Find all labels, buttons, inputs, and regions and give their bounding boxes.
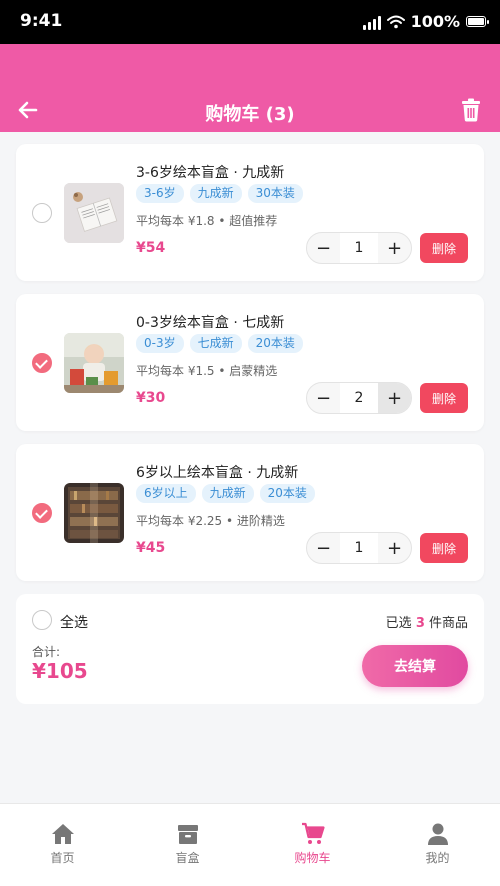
selected-count: 已选 3 件商品 xyxy=(386,612,468,631)
age-tag: 3-6岁 xyxy=(136,184,184,203)
tab-bar: 首页 盲盒 购物车 我的 xyxy=(0,803,500,886)
quantity-stepper: − 1 + xyxy=(306,232,412,264)
item-tags: 0-3岁 七成新 20本装 xyxy=(136,334,303,353)
age-tag: 6岁以上 xyxy=(136,484,196,503)
tab-label: 购物车 xyxy=(294,851,331,865)
item-title: 6岁以上绘本盲盒 · 九成新 xyxy=(136,465,299,481)
cart-item: 3-6岁绘本盲盒 · 九成新 3-6岁 九成新 30本装 平均每本 ¥1.8 •… xyxy=(16,144,484,281)
cart-item: 6岁以上绘本盲盒 · 九成新 6岁以上 九成新 20本装 平均每本 ¥2.25 … xyxy=(16,444,484,581)
cart-item: 0-3岁绘本盲盒 · 七成新 0-3岁 七成新 20本装 平均每本 ¥1.5 •… xyxy=(16,294,484,431)
item-subtitle: 平均每本 ¥2.25 • 进阶精选 xyxy=(136,514,285,528)
delete-button[interactable]: 删除 xyxy=(420,383,468,413)
decrease-button[interactable]: − xyxy=(307,233,340,263)
decrease-button[interactable]: − xyxy=(307,533,340,563)
item-subtitle: 平均每本 ¥1.5 • 启蒙精选 xyxy=(136,364,278,378)
condition-tag: 七成新 xyxy=(189,334,242,353)
wifi-icon xyxy=(386,15,405,28)
item-price: ¥30 xyxy=(136,390,166,406)
signal-icon xyxy=(362,14,381,30)
status-bar: 9:41 100% xyxy=(0,0,500,44)
battery-icon xyxy=(466,16,489,27)
header: 购物车 (3) xyxy=(0,44,500,132)
status-indicators: 100% xyxy=(362,12,489,31)
status-time: 9:41 xyxy=(20,11,63,31)
tab-blind-box[interactable]: 盲盒 xyxy=(125,804,250,886)
quantity-value: 1 xyxy=(340,233,378,263)
selected-count-number: 3 xyxy=(415,616,425,631)
item-subtitle: 平均每本 ¥1.8 • 超值推荐 xyxy=(136,214,278,228)
quantity-stepper: − 1 + xyxy=(306,532,412,564)
quantity-stepper: − 2 + xyxy=(306,382,412,414)
product-image xyxy=(64,333,124,393)
count-tag: 20本装 xyxy=(247,334,303,353)
tab-label: 盲盒 xyxy=(175,851,200,865)
item-tags: 6岁以上 九成新 20本装 xyxy=(136,484,315,503)
item-price: ¥45 xyxy=(136,540,166,556)
increase-button[interactable]: + xyxy=(378,533,411,563)
tab-home[interactable]: 首页 xyxy=(0,804,125,886)
product-image xyxy=(64,483,124,543)
trash-icon[interactable] xyxy=(460,98,482,122)
checkout-button[interactable]: 去结算 xyxy=(362,645,468,687)
tab-label: 首页 xyxy=(50,851,75,865)
selected-prefix: 已选 xyxy=(385,616,416,631)
cart-icon xyxy=(301,822,325,844)
box-icon xyxy=(177,825,198,844)
total-value: ¥105 xyxy=(32,659,88,683)
tab-cart[interactable]: 购物车 xyxy=(250,804,375,886)
item-title: 0-3岁绘本盲盒 · 七成新 xyxy=(136,315,285,331)
item-checkbox[interactable] xyxy=(32,353,52,373)
quantity-value: 1 xyxy=(340,533,378,563)
count-tag: 20本装 xyxy=(259,484,315,503)
select-all-label[interactable]: 全选 xyxy=(60,612,88,632)
increase-button[interactable]: + xyxy=(378,233,411,263)
item-tags: 3-6岁 九成新 30本装 xyxy=(136,184,303,203)
delete-button[interactable]: 删除 xyxy=(420,533,468,563)
product-image xyxy=(64,183,124,243)
age-tag: 0-3岁 xyxy=(136,334,184,353)
item-checkbox[interactable] xyxy=(32,203,52,223)
page-title: 购物车 (3) xyxy=(205,104,295,125)
tab-label: 我的 xyxy=(425,851,450,865)
user-icon xyxy=(427,823,448,845)
count-tag: 30本装 xyxy=(247,184,303,203)
increase-button[interactable]: + xyxy=(378,383,411,413)
selected-suffix: 件商品 xyxy=(424,616,468,631)
battery-percent: 100% xyxy=(410,12,460,31)
quantity-value: 2 xyxy=(340,383,378,413)
order-summary: 全选 已选 3 件商品 合计: ¥105 去结算 xyxy=(16,594,484,704)
select-all-checkbox[interactable] xyxy=(32,610,52,630)
condition-tag: 九成新 xyxy=(201,484,254,503)
delete-button[interactable]: 删除 xyxy=(420,233,468,263)
item-price: ¥54 xyxy=(136,240,166,256)
item-checkbox[interactable] xyxy=(32,503,52,523)
home-icon xyxy=(51,824,74,844)
tab-profile[interactable]: 我的 xyxy=(375,804,500,886)
condition-tag: 九成新 xyxy=(189,184,242,203)
item-title: 3-6岁绘本盲盒 · 九成新 xyxy=(136,165,285,181)
decrease-button[interactable]: − xyxy=(307,383,340,413)
total-label: 合计: xyxy=(32,645,61,659)
